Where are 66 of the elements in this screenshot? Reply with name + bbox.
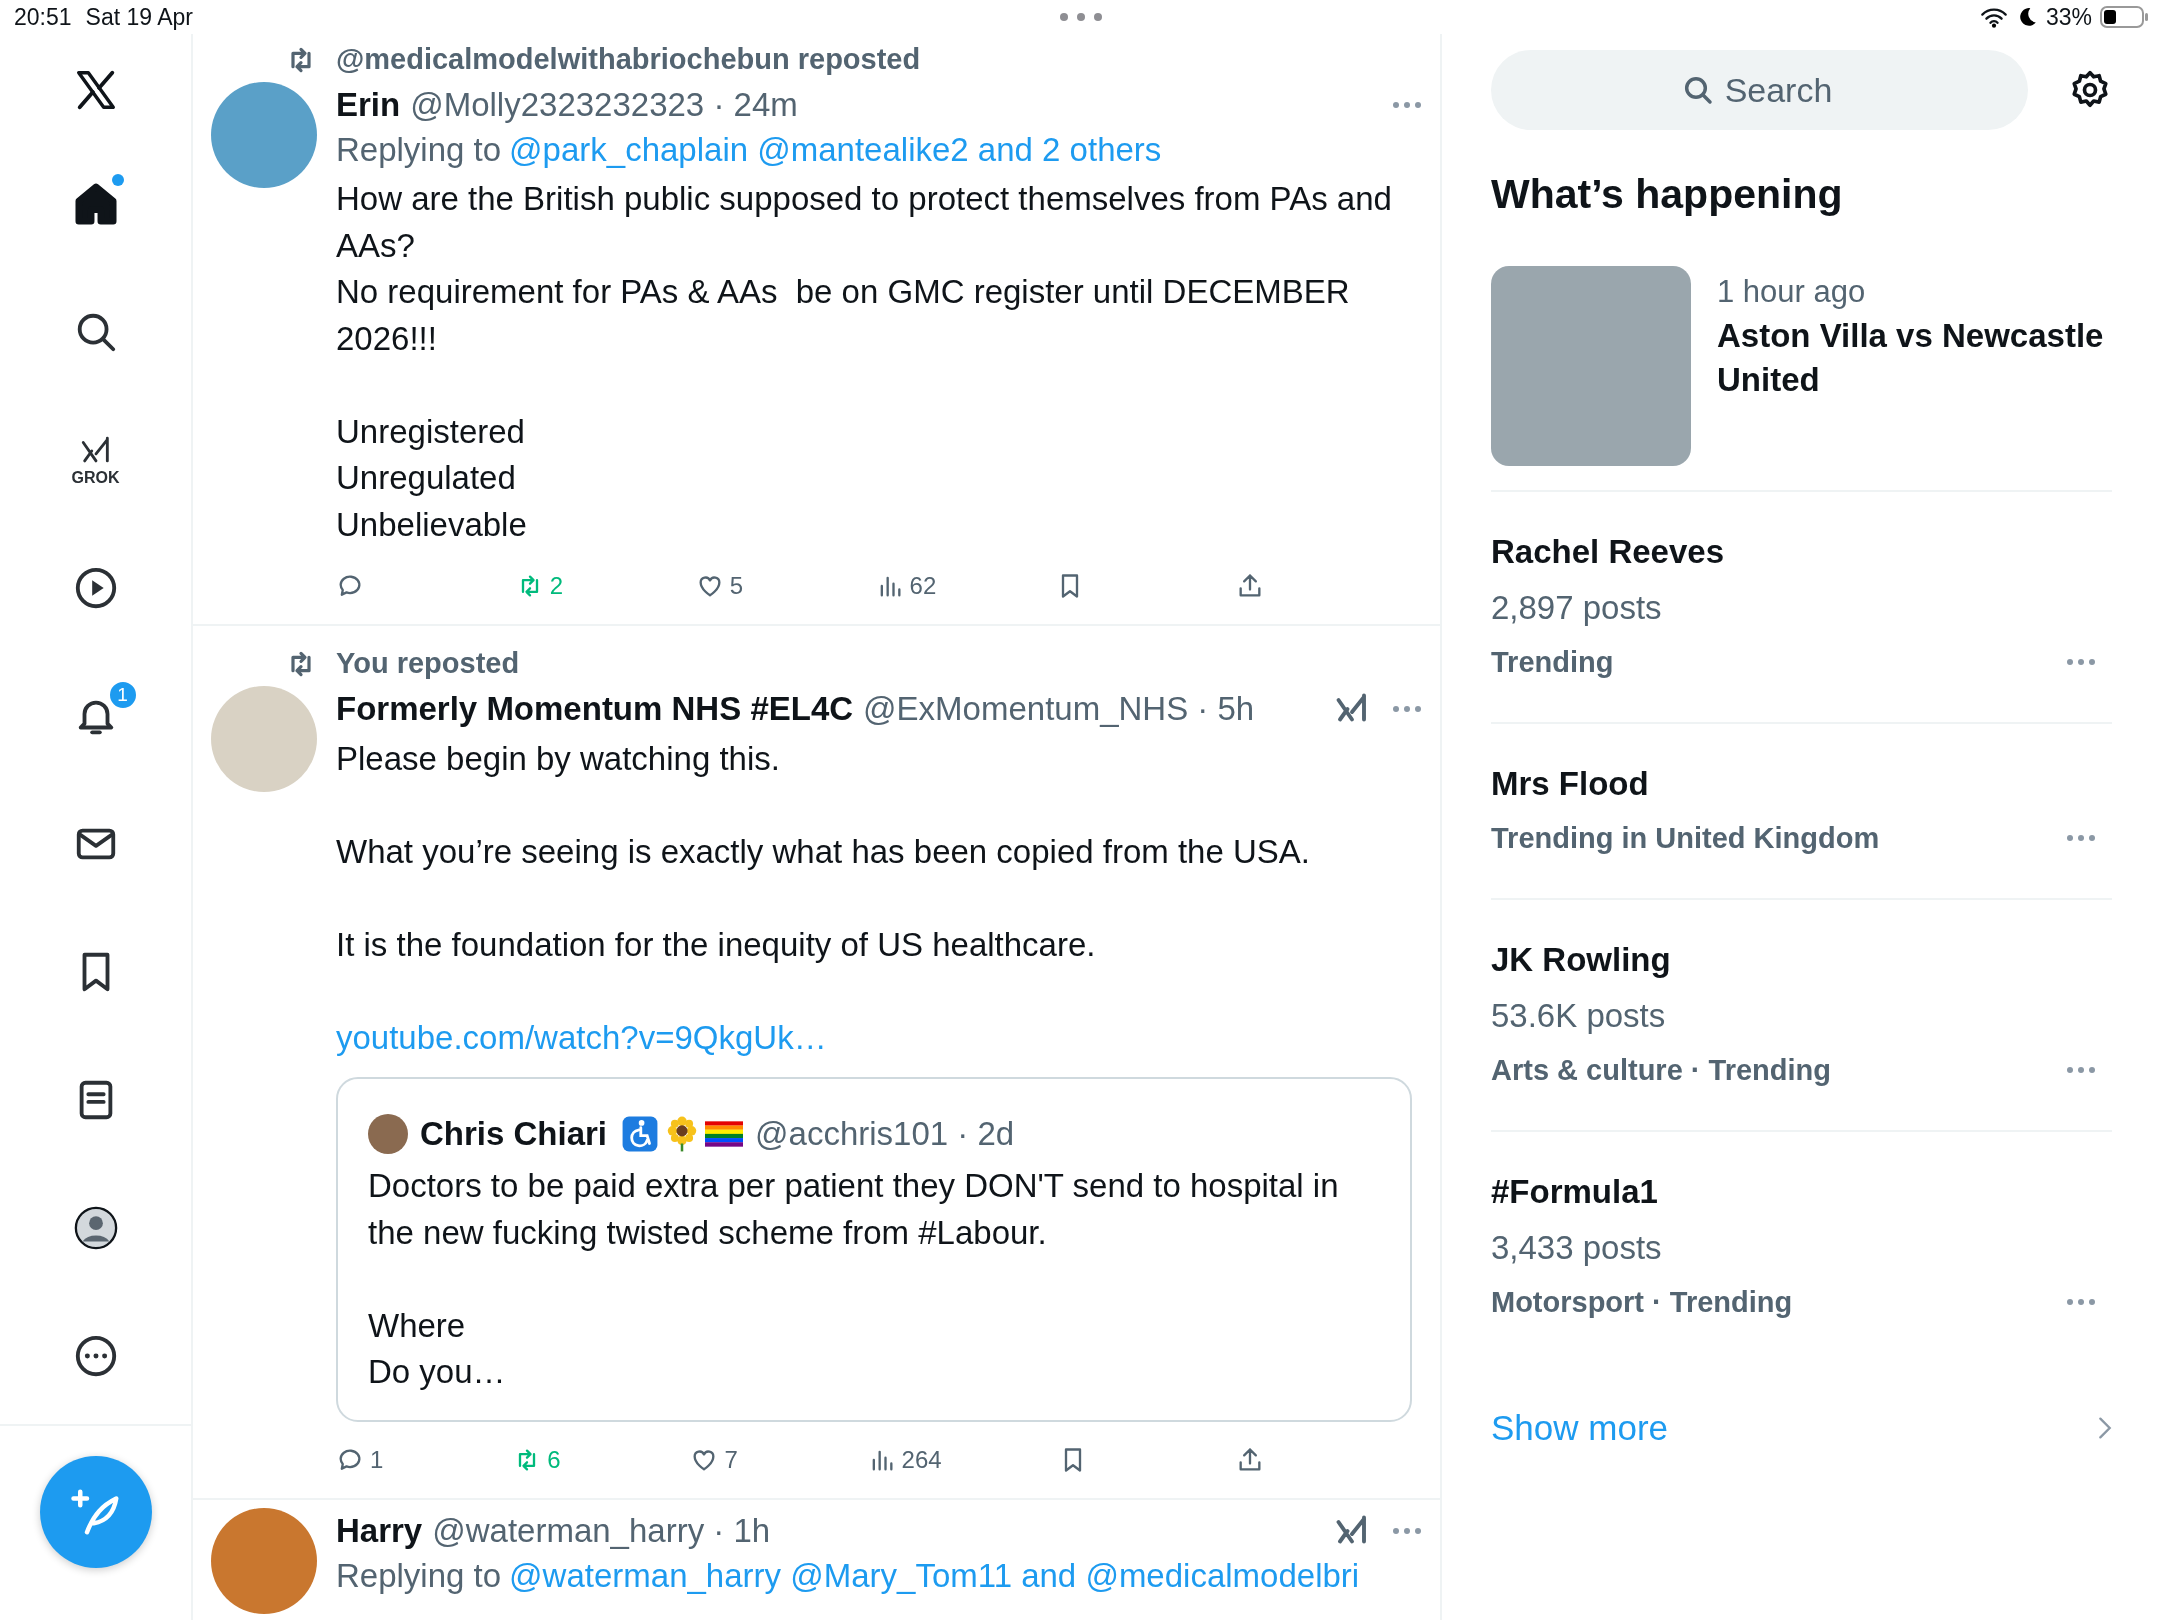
- status-date: Sat 19 Apr: [85, 2, 193, 32]
- author-name[interactable]: Harry: [336, 1507, 423, 1554]
- quoted-post-text: Doctors to be paid extra per patient they DON'T send to hospital in the new fucking twisted scheme from #Labour. Where Do you…: [368, 1166, 1340, 1392]
- trend-post-count: 53.6K posts: [1491, 995, 1667, 1036]
- nav-grok-button[interactable]: GROK: [65, 430, 126, 490]
- grok-label: GROK: [71, 470, 120, 486]
- quoted-author-handle-time: @acchris101 · 2d: [755, 1114, 1015, 1154]
- trend-category: Arts & culture · Trending: [1491, 1052, 1831, 1088]
- more-icon: [1392, 705, 1422, 713]
- trend-post-count: 3,433 posts: [1491, 1227, 1663, 1268]
- more-icon: [2066, 657, 2096, 666]
- more-icon: [1392, 1526, 1422, 1535]
- trend-title[interactable]: Rachel Reeves: [1491, 529, 2112, 574]
- home-icon: [72, 181, 119, 227]
- trend-category: Motorsport · Trending: [1491, 1284, 1793, 1320]
- like-button[interactable]: 7: [690, 1441, 751, 1478]
- author-handle-time: @Molly2323232323 · 24m: [410, 85, 798, 125]
- chevron-right-icon: [2098, 1415, 2112, 1440]
- more-button[interactable]: [1392, 101, 1422, 109]
- replying-to-label: Replying to: [336, 1556, 502, 1594]
- replying-to-label: Replying to: [336, 131, 502, 168]
- reply-button[interactable]: 1: [336, 1441, 396, 1478]
- post-text: Please begin by watching this. What you’re seeing is exactly what has been copied from the USA. It is the foundation for the inequity of US healthcare.: [336, 739, 1311, 965]
- author-name[interactable]: Formerly Momentum NHS #EL4C: [336, 686, 854, 732]
- trend-title[interactable]: #Formula1: [1491, 1169, 2112, 1214]
- multitasking-handle-icon: [1059, 12, 1103, 22]
- compose-button[interactable]: [39, 1456, 152, 1568]
- wifi-icon: [1979, 6, 2008, 28]
- more-icon: [1392, 101, 1422, 109]
- battery-percent: 33%: [2045, 2, 2092, 32]
- repost-label: @medicalmodelwithabriochebun reposted: [336, 42, 921, 78]
- views-button[interactable]: 62: [875, 568, 937, 604]
- more-icon: [2066, 1297, 2096, 1306]
- trend-category: Trending in United Kingdom: [1491, 820, 1880, 856]
- quoted-author-name: Chris Chiari: [420, 1114, 608, 1154]
- quoted-post-card[interactable]: Chris Chiari @acchris101 · 2d Doctors to be paid extra per patient they DON'T send to hospital in the new fucking twisted scheme from #Labour. Where Do you…: [336, 1077, 1412, 1422]
- more-icon: [2066, 1065, 2096, 1074]
- notification-badge: 1: [107, 680, 138, 710]
- trend-title[interactable]: Mrs Flood: [1491, 761, 2112, 806]
- section-heading: What’s happening: [1491, 170, 1844, 219]
- avatar-photo-placeholder: [368, 1114, 408, 1154]
- author-handle-time: @waterman_harry · 1h: [432, 1510, 771, 1551]
- repost-label: You reposted: [336, 646, 520, 682]
- author-handle-time: @ExMomentum_NHS · 5h: [863, 689, 1255, 729]
- battery-icon: [2100, 5, 2148, 29]
- more-icon: [2066, 833, 2096, 842]
- more-button[interactable]: [2066, 1297, 2096, 1306]
- rainbow-flag-icon: [705, 1121, 744, 1147]
- event-time: 1 hour ago: [1717, 272, 1867, 311]
- post-text: How are the British public supposed to protect themselves from PAs and AAs? No requirement for PAs & AAs be on GMC register until DECEMBER 2026!!! Unregistered Unregulated Unbelievable: [336, 179, 1393, 545]
- views-button[interactable]: 264: [867, 1441, 942, 1478]
- more-button[interactable]: [1392, 705, 1422, 713]
- avatar-icon: [72, 1205, 119, 1251]
- author-name[interactable]: Erin: [336, 82, 401, 128]
- like-button[interactable]: 5: [695, 568, 756, 604]
- trend-post-count: 2,897 posts: [1491, 587, 1663, 628]
- clock-time: 20:51: [14, 2, 72, 32]
- accessibility-icon: [621, 1115, 660, 1153]
- trend-category: Trending: [1491, 644, 1614, 680]
- more-button[interactable]: [2066, 657, 2096, 666]
- event-title[interactable]: Aston Villa vs Newcastle United: [1717, 313, 2112, 402]
- trend-title[interactable]: JK Rowling: [1491, 937, 2112, 982]
- search-field[interactable]: Search: [1491, 50, 2028, 130]
- more-button[interactable]: [2066, 1065, 2096, 1074]
- more-button[interactable]: [2066, 833, 2096, 842]
- more-button[interactable]: [1392, 1526, 1422, 1535]
